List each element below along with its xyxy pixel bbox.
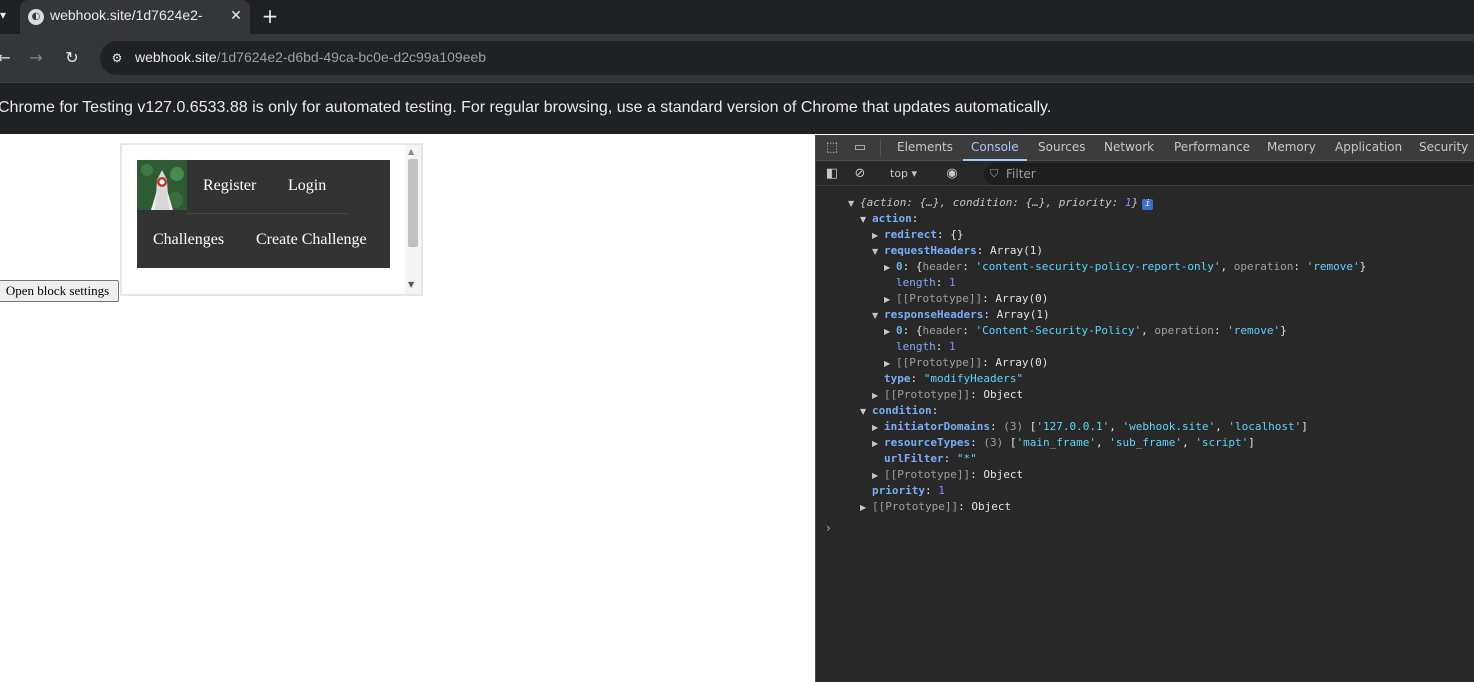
- tree-node-action-prototype[interactable]: ▶ [[Prototype]]: Object: [872, 387, 1023, 403]
- tree-node-request-prototype[interactable]: ▶ [[Prototype]]: Array(0): [884, 291, 1048, 307]
- filter-icon: ⛉: [990, 167, 999, 180]
- embedded-frame: Register Login Challenges Create Challen…: [120, 143, 423, 296]
- tree-node-condition[interactable]: ▼ condition:: [860, 403, 938, 419]
- device-toolbar-icon[interactable]: ▭: [851, 139, 869, 157]
- context-value: top: [890, 167, 909, 180]
- scroll-down-icon[interactable]: ▼: [408, 280, 414, 289]
- tree-node-initiatordomains[interactable]: ▶ initiatorDomains: (3) ['127.0.0.1', 'we…: [872, 419, 1308, 435]
- close-icon[interactable]: ✕: [226, 6, 246, 26]
- filter-placeholder: Filter: [1006, 167, 1036, 181]
- create-challenge-link[interactable]: Create Challenge: [256, 231, 367, 249]
- tree-node-redirect[interactable]: ▶ redirect: {}: [872, 227, 963, 243]
- tree-node-responseheaders[interactable]: ▼ responseHeaders: Array(1): [872, 307, 1050, 323]
- login-link[interactable]: Login: [288, 177, 326, 195]
- sidebar-toggle-icon[interactable]: ◧: [823, 165, 841, 183]
- tab-title: webhook.site/1d7624e2-: [50, 7, 203, 23]
- page-content: Register Login Challenges Create Challen…: [0, 135, 815, 682]
- tab-network[interactable]: Network: [1104, 135, 1154, 161]
- tab-console[interactable]: Console: [963, 135, 1027, 161]
- info-bar: Chrome for Testing v127.0.6533.88 is onl…: [0, 82, 1474, 134]
- tree-leaf-priority: priority: 1: [872, 484, 945, 497]
- context-select[interactable]: top ▾: [890, 165, 917, 183]
- url-text[interactable]: webhook.site/1d7624e2-d6bd-49ca-bc0e-d2c…: [135, 49, 486, 67]
- tree-leaf-response-length: length: 1: [896, 340, 956, 353]
- tab-overflow-icon[interactable]: ▾: [0, 8, 8, 26]
- filter-input[interactable]: ⛉ Filter: [984, 163, 1474, 185]
- info-bar-text: Chrome for Testing v127.0.6533.88 is onl…: [0, 99, 1052, 116]
- address-bar[interactable]: ⚙ webhook.site/1d7624e2-d6bd-49ca-bc0e-d…: [100, 41, 1474, 75]
- console-object-summary[interactable]: ▼ {action: {…}, condition: {…}, priority:…: [848, 195, 1154, 211]
- tab-application[interactable]: Application: [1335, 135, 1402, 161]
- info-icon[interactable]: i: [1142, 199, 1154, 210]
- open-block-settings-button[interactable]: Open block settings: [0, 280, 119, 302]
- inspect-element-icon[interactable]: ⬚: [823, 139, 841, 157]
- new-tab-button[interactable]: +: [259, 5, 281, 27]
- tree-node-root-prototype[interactable]: ▶ [[Prototype]]: Object: [860, 499, 1011, 515]
- tab-security[interactable]: Security: [1419, 135, 1468, 161]
- frame-scrollbar[interactable]: ▲ ▼: [405, 145, 421, 294]
- console-toolbar: ◧ ⊘ top ▾ ◉ ⛉ Filter: [816, 162, 1474, 186]
- scroll-thumb[interactable]: [408, 159, 418, 247]
- browser-tab[interactable]: ◐ webhook.site/1d7624e2- ✕: [20, 0, 250, 34]
- reload-icon[interactable]: ↻: [60, 46, 84, 70]
- nav-divider: [187, 213, 347, 214]
- tree-leaf-type: type: "modifyHeaders": [884, 372, 1024, 385]
- tree-leaf-urlfilter: urlFilter: "*": [884, 452, 977, 465]
- tree-node-action[interactable]: ▼ action:: [860, 211, 918, 227]
- clear-console-icon[interactable]: ⊘: [851, 165, 869, 183]
- url-path: /1d7624e2-d6bd-49ca-bc0e-d2c99a109eeb: [216, 49, 487, 65]
- browser-toolbar: ← → ↻ ⚙ webhook.site/1d7624e2-d6bd-49ca-…: [0, 34, 1474, 82]
- tree-node-response-prototype[interactable]: ▶ [[Prototype]]: Array(0): [884, 355, 1048, 371]
- tree-node-resourcetypes[interactable]: ▶ resourceTypes: (3) ['main_frame', 'sub_…: [872, 435, 1255, 451]
- console-prompt-icon[interactable]: ›: [826, 521, 831, 535]
- url-host: webhook.site: [135, 49, 217, 65]
- tree-node-response-item-0[interactable]: ▶ 0: {header: 'Content-Security-Policy', …: [884, 323, 1287, 339]
- eye-icon[interactable]: ◉: [943, 165, 961, 183]
- tree-node-condition-prototype[interactable]: ▶ [[Prototype]]: Object: [872, 467, 1023, 483]
- tree-leaf-request-length: length: 1: [896, 276, 956, 289]
- challenges-link[interactable]: Challenges: [153, 231, 224, 249]
- logo-icon[interactable]: [137, 160, 187, 210]
- site-nav: Register Login Challenges Create Challen…: [137, 160, 390, 268]
- tree-node-requestheaders[interactable]: ▼ requestHeaders: Array(1): [872, 243, 1043, 259]
- devtools-tab-bar: ⬚ ▭ Elements Console Sources Network Per…: [816, 135, 1474, 161]
- console-output: ▼ {action: {…}, condition: {…}, priority:…: [816, 187, 1474, 682]
- webhook-favicon-icon: ◐: [28, 9, 44, 25]
- tab-performance[interactable]: Performance: [1174, 135, 1250, 161]
- back-icon[interactable]: ←: [0, 46, 16, 70]
- site-info-icon[interactable]: ⚙: [108, 49, 126, 67]
- register-link[interactable]: Register: [203, 177, 256, 195]
- scroll-up-icon[interactable]: ▲: [408, 147, 414, 156]
- tab-memory[interactable]: Memory: [1267, 135, 1316, 161]
- tab-strip: ▾ ◐ webhook.site/1d7624e2- ✕ +: [0, 0, 1474, 34]
- tab-elements[interactable]: Elements: [897, 135, 953, 161]
- tree-node-request-item-0[interactable]: ▶ 0: {header: 'content-security-policy-re…: [884, 259, 1366, 275]
- toolbar-divider: [880, 140, 881, 156]
- tab-sources[interactable]: Sources: [1038, 135, 1085, 161]
- devtools-panel: ⬚ ▭ Elements Console Sources Network Per…: [815, 135, 1474, 682]
- forward-icon[interactable]: →: [24, 46, 48, 70]
